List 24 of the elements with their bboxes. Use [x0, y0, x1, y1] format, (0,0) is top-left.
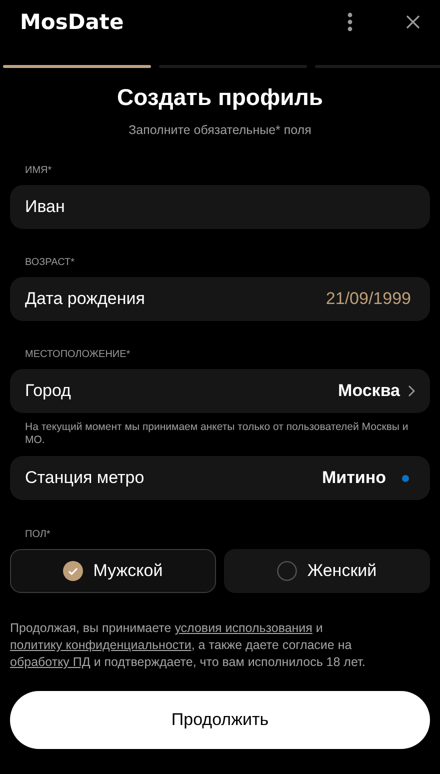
- section-label: ПОЛ*: [25, 529, 52, 540]
- section-label: МЕСТОПОЛОЖЕНИЕ*: [25, 349, 132, 360]
- birth-date-field[interactable]: Дата рождения 21/09/1999: [10, 277, 430, 321]
- consent-link[interactable]: обработку ПД: [10, 655, 90, 669]
- consent-link[interactable]: политику конфиденциальности: [10, 638, 192, 652]
- radio-icon: [277, 561, 298, 581]
- more-options-icon[interactable]: [347, 12, 353, 32]
- name-input-field[interactable]: Иван: [10, 185, 430, 229]
- close-icon[interactable]: [406, 15, 420, 29]
- section-label: ИМЯ*: [25, 165, 53, 176]
- section-label: ВОЗРАСТ*: [25, 257, 76, 268]
- page-heading: Создать профиль: [116, 84, 324, 111]
- location-note: На текущий момент мы принимаем анкеты только от пользователей Москвы и МО.: [25, 421, 410, 447]
- checked-radio-icon: [63, 561, 84, 581]
- consent-link[interactable]: условия использования: [174, 621, 312, 635]
- chevron-right-icon: [408, 385, 415, 397]
- app-title: MosDate: [20, 10, 125, 34]
- subtitle: Заполните обязательные* поля: [128, 123, 312, 137]
- consent-text: Продолжая, вы принимаете условия использования и политику конфиденциальности, а также даете согласие на обработку ПД и подтверждаете, что вам исполнилось 18 лет.: [10, 620, 366, 671]
- gender-option[interactable]: Женский: [224, 549, 430, 593]
- gender-option[interactable]: Мужской: [10, 549, 216, 593]
- metro-select-field[interactable]: Станция метро Митино: [10, 456, 430, 500]
- continue-button[interactable]: Продолжить: [10, 691, 430, 749]
- city-select-field[interactable]: Город Москва: [10, 369, 430, 413]
